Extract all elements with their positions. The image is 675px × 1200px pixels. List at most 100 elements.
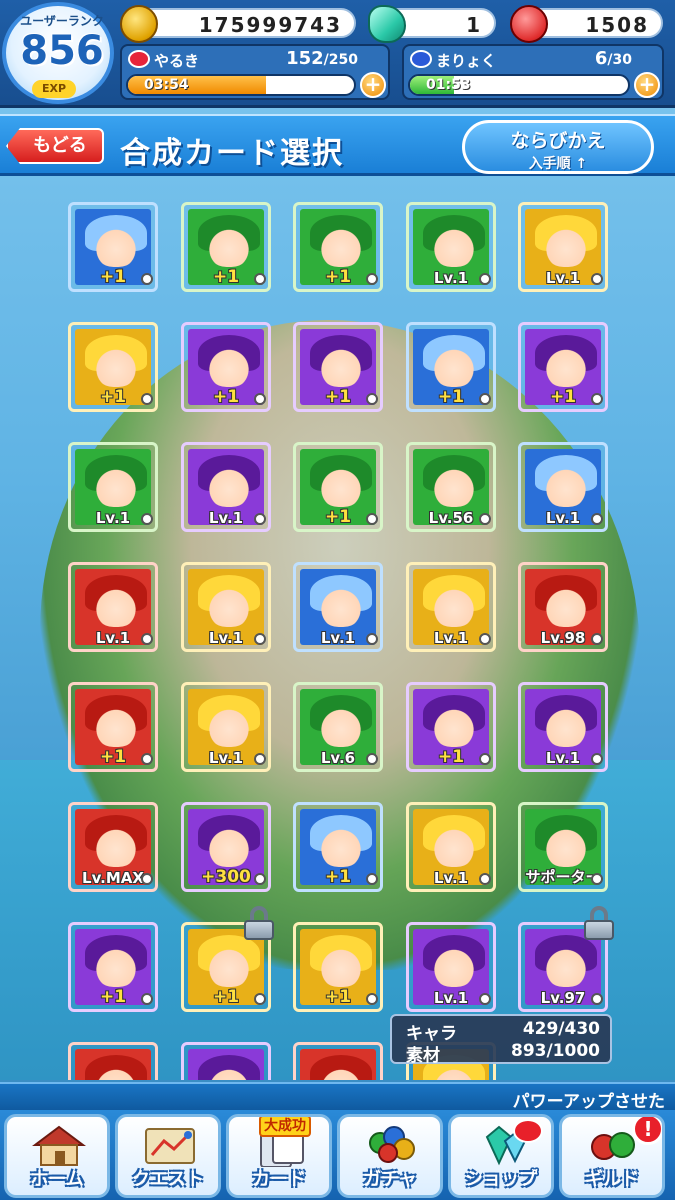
- card-item[interactable]: Lv.56: [406, 442, 496, 532]
- card-item[interactable]: Lv.MAX: [68, 802, 158, 892]
- card-item[interactable]: +1: [406, 322, 496, 412]
- character-face: [431, 343, 477, 387]
- character-face: [431, 223, 477, 267]
- card-item[interactable]: Lv.1: [68, 562, 158, 652]
- nav-guild-button[interactable]: ! ギルド: [559, 1114, 665, 1198]
- attribute-icon: [254, 393, 266, 405]
- mana-plus-button[interactable]: +: [634, 72, 660, 98]
- sort-label: ならびかえ: [510, 130, 606, 152]
- nav-gacha-label: ガチャ: [363, 1169, 417, 1190]
- hint-strip: パワーアップさせた: [0, 1082, 675, 1112]
- stamina-bar: 03:54: [126, 74, 356, 96]
- stamina-current: 152: [286, 48, 324, 69]
- attribute-icon: [254, 513, 266, 525]
- card-item[interactable]: +1: [181, 322, 271, 412]
- user-rank-badge[interactable]: ユーザーランク 856 EXP: [2, 2, 114, 104]
- mana-bar: 01:53: [408, 74, 630, 96]
- card-item[interactable]: +1: [181, 202, 271, 292]
- card-item[interactable]: Lv.1: [406, 802, 496, 892]
- card-item[interactable]: Lv.1: [518, 682, 608, 772]
- alert-icon: !: [632, 1117, 662, 1145]
- stamina-label: やるき: [154, 52, 200, 70]
- card-item[interactable]: Lv.1: [68, 442, 158, 532]
- card-item[interactable]: Lv.6: [293, 682, 383, 772]
- card-item[interactable]: サポーター: [518, 802, 608, 892]
- ticket-counter: 1508: [510, 5, 663, 43]
- exp-label: EXP: [32, 80, 76, 98]
- character-face: [93, 943, 139, 987]
- character-face: [543, 583, 589, 627]
- attribute-icon: [254, 873, 266, 885]
- nav-shop-button[interactable]: ショップ: [448, 1114, 554, 1198]
- card-item[interactable]: [68, 1042, 158, 1080]
- card-item[interactable]: +1: [293, 442, 383, 532]
- character-face: [206, 223, 252, 267]
- character-face: [93, 463, 139, 507]
- card-item[interactable]: Lv.1: [518, 202, 608, 292]
- ticket-value: 1508: [585, 13, 649, 37]
- rank-value: 856: [20, 28, 104, 74]
- character-face: [318, 463, 364, 507]
- card-item[interactable]: Lv.1: [406, 922, 496, 1012]
- nav-card-button[interactable]: 大成功 カード: [226, 1114, 332, 1198]
- inventory-count-box: キャラ 429/430 素材 893/1000: [390, 1014, 612, 1066]
- attribute-icon: [479, 633, 491, 645]
- character-face: [318, 943, 364, 987]
- card-item[interactable]: +1: [293, 322, 383, 412]
- stamina-plus-button[interactable]: +: [360, 72, 386, 98]
- card-portrait: [75, 1049, 151, 1080]
- gacha-icon: [369, 1126, 415, 1163]
- card-item[interactable]: Lv.1: [181, 562, 271, 652]
- character-face: [543, 823, 589, 867]
- character-face: [206, 583, 252, 627]
- character-face: [543, 223, 589, 267]
- card-item[interactable]: +1: [293, 202, 383, 292]
- nav-quest-button[interactable]: クエスト: [115, 1114, 221, 1198]
- card-item[interactable]: +1: [68, 202, 158, 292]
- back-button[interactable]: もどる: [6, 128, 104, 164]
- card-item[interactable]: Lv.1: [518, 442, 608, 532]
- card-item[interactable]: +1: [518, 322, 608, 412]
- card-portrait: [300, 1049, 376, 1080]
- card-item[interactable]: +1: [293, 802, 383, 892]
- card-item[interactable]: Lv.1: [406, 562, 496, 652]
- nav-guild-label: ギルド: [585, 1169, 639, 1190]
- card-item[interactable]: +1: [68, 322, 158, 412]
- material-label: 素材: [406, 1046, 440, 1066]
- mana-value: 6/30: [595, 48, 632, 69]
- stamina-meter: やるき 152/250 03:54 +: [120, 44, 390, 100]
- attribute-icon: [254, 753, 266, 765]
- attribute-icon: [591, 513, 603, 525]
- sort-order: 入手順 ↑: [528, 156, 588, 172]
- card-item[interactable]: Lv.98: [518, 562, 608, 652]
- card-item[interactable]: Lv.1: [406, 202, 496, 292]
- character-face: [318, 703, 364, 747]
- card-item[interactable]: Lv.1: [181, 682, 271, 772]
- attribute-icon: [366, 393, 378, 405]
- card-item[interactable]: +300: [181, 802, 271, 892]
- page-header: もどる 合成カード選択 ならびかえ 入手順 ↑: [0, 114, 675, 176]
- nav-gacha-button[interactable]: ガチャ: [337, 1114, 443, 1198]
- card-item[interactable]: [181, 1042, 271, 1080]
- stamina-value: 152/250: [286, 48, 358, 69]
- attribute-icon: [366, 873, 378, 885]
- character-face: [431, 583, 477, 627]
- card-item[interactable]: +1: [68, 922, 158, 1012]
- card-item[interactable]: [293, 1042, 383, 1080]
- sort-button[interactable]: ならびかえ 入手順 ↑: [462, 120, 654, 174]
- card-item[interactable]: Lv.1: [293, 562, 383, 652]
- card-item[interactable]: +1: [68, 682, 158, 772]
- attribute-icon: [141, 753, 153, 765]
- gem-value: 1: [466, 13, 482, 37]
- lock-icon: [584, 906, 614, 940]
- card-item[interactable]: +1: [406, 682, 496, 772]
- attribute-icon: [254, 633, 266, 645]
- material-count-row: 素材 893/1000: [406, 1041, 600, 1066]
- card-item[interactable]: Lv.1: [181, 442, 271, 532]
- card-item[interactable]: +1: [293, 922, 383, 1012]
- nav-home-button[interactable]: ホーム: [4, 1114, 110, 1198]
- mana-label: まりょく: [436, 52, 497, 70]
- nav-card-label: カード: [252, 1169, 306, 1190]
- attribute-icon: [591, 273, 603, 285]
- attribute-icon: [141, 873, 153, 885]
